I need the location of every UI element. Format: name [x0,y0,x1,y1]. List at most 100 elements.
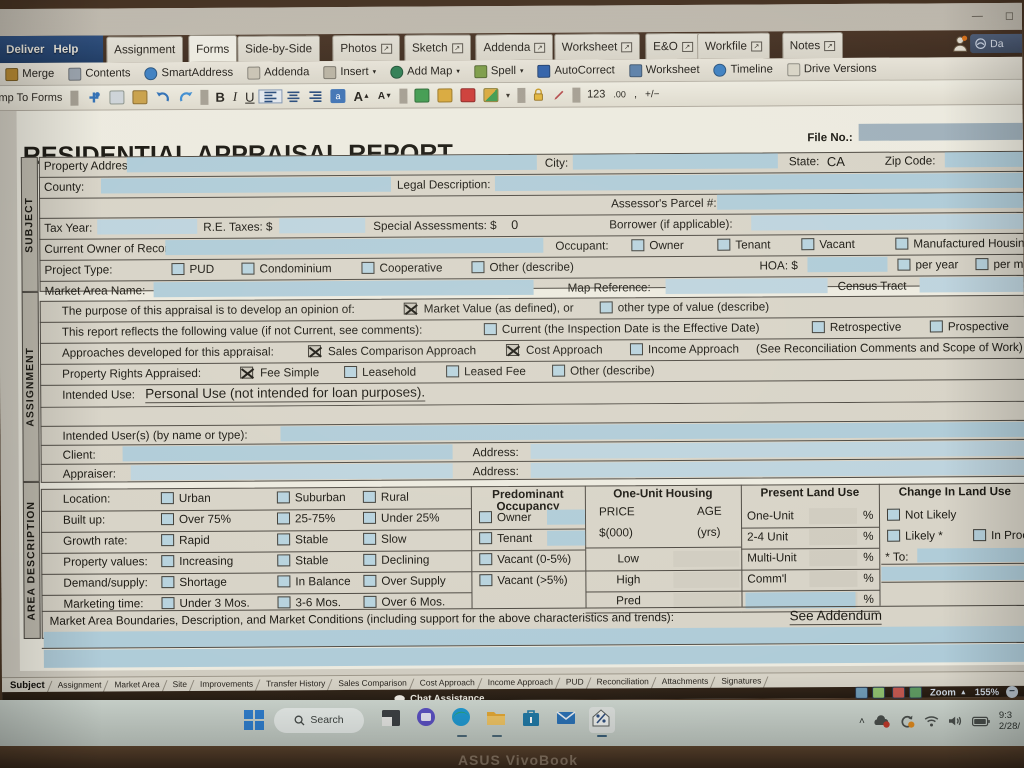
approach-sales-checkbox[interactable] [307,345,322,358]
font-shrink-button[interactable]: A ▼ [374,90,396,101]
client-input[interactable] [122,444,453,462]
area-option-checkbox[interactable] [363,595,377,608]
form-tab-signatures[interactable]: Signatures [713,675,766,685]
app-tab-assignment[interactable]: Assignment [106,36,184,63]
project-type-pud-checkbox[interactable] [171,262,185,276]
area-option-checkbox[interactable] [277,575,291,588]
start-icon[interactable] [243,709,265,731]
assessors-parcel-input[interactable] [717,192,1024,210]
land-use-input[interactable] [809,570,858,588]
chevron-down-icon[interactable]: ▾ [373,68,377,76]
pin-icon[interactable] [82,90,105,104]
area-option-checkbox[interactable] [161,576,175,589]
special-assessments-value[interactable]: 0 [511,218,518,232]
popout-icon[interactable]: ↗ [681,41,693,52]
yellow-field-icon[interactable] [433,88,456,103]
popout-icon[interactable]: ↗ [534,42,546,53]
zip-input[interactable] [944,151,1024,168]
ribbon-addenda-button[interactable]: Addenda [240,66,316,80]
app-tab-worksheet[interactable]: Worksheet ↗ [553,33,641,60]
land-use-input[interactable] [809,528,858,546]
plus-minus-button[interactable]: +/− [641,89,664,100]
undo-icon[interactable] [151,90,174,104]
app-tab-addenda[interactable]: Addenda ↗ [475,33,554,61]
copy-icon[interactable] [105,90,128,105]
help-button[interactable]: Help [53,43,78,55]
zoom-controls[interactable]: Zoom ▲ 155% − [854,685,1019,700]
ribbon-smartaddress-button[interactable]: SmartAddress [137,66,240,80]
boundaries-value[interactable]: See Addendum [789,607,882,626]
area-option-checkbox[interactable] [363,532,377,545]
appraiser-address-input[interactable] [530,459,1024,478]
hoa-per-year-checkbox[interactable] [897,258,911,271]
restore-button[interactable]: ◻ [1005,10,1014,22]
occupancy-input[interactable] [547,530,586,546]
approach-cost-checkbox[interactable] [505,343,520,357]
appraisal-app-icon[interactable] [589,707,615,737]
user-account-icon[interactable] [952,35,968,52]
bold-button[interactable]: B [211,89,228,104]
rights-other-checkbox[interactable] [552,364,566,377]
popout-icon[interactable]: ↗ [750,40,762,52]
rights-fee-simple-checkbox[interactable] [240,366,254,379]
project-type-condominium-checkbox[interactable] [241,262,255,275]
chevron-down-icon[interactable]: ▾ [502,90,514,100]
app-tab-side-by-side[interactable]: Side-by-Side [237,35,321,62]
manufactured-housing-checkbox[interactable] [895,237,909,250]
account-badge[interactable]: Da [970,33,1023,54]
chat-teams-icon[interactable] [414,707,440,733]
edge-browser-icon[interactable] [449,707,475,737]
land-use-input[interactable] [808,507,858,525]
area-option-checkbox[interactable] [277,554,291,567]
ribbon-spell-button[interactable]: Spell ▾ [467,64,531,78]
change-in-process-checkbox[interactable] [973,529,987,542]
one-unit-age-input[interactable] [673,571,740,589]
occupancy-checkbox[interactable] [479,532,493,545]
occupancy-checkbox[interactable] [478,511,493,524]
align-center-button[interactable] [283,90,305,103]
land-use-input[interactable] [809,549,858,567]
redo-icon[interactable] [174,90,197,104]
fit-width-icon[interactable] [854,686,869,699]
green-field-icon[interactable] [410,88,433,103]
popout-icon[interactable]: ↗ [621,41,633,52]
area-option-checkbox[interactable] [161,597,175,610]
ribbon-contents-button[interactable]: Contents [61,67,137,81]
ribbon-drive-versions-button[interactable]: Drive Versions [780,62,884,76]
wifi-icon[interactable] [924,715,939,727]
number-format-button[interactable]: 123 [583,88,609,100]
purpose-other-checkbox[interactable] [599,301,613,314]
text-highlight-icon[interactable]: a [326,89,349,104]
popout-icon[interactable]: ↗ [380,43,392,54]
project-type-cooperative-checkbox[interactable] [361,261,375,274]
area-option-checkbox[interactable] [362,490,376,503]
align-right-button[interactable] [305,90,327,103]
borrower-input[interactable] [751,213,1024,231]
align-left-button[interactable] [258,89,283,104]
app-tab-notes[interactable]: Notes ↗ [781,31,844,59]
occupancy-checkbox[interactable] [479,553,493,566]
map-reference-input[interactable] [665,278,828,295]
app-tab-e-o[interactable]: E&O ↗ [645,32,701,60]
italic-button[interactable]: I [229,89,241,105]
deliver-help-group[interactable]: Deliver Help [0,35,104,64]
chevron-down-icon[interactable]: ▾ [520,67,524,75]
next-page-icon[interactable] [908,686,923,699]
ribbon-insert-button[interactable]: Insert ▾ [316,65,383,79]
ribbon-timeline-button[interactable]: Timeline [707,63,780,77]
occupant-vacant-checkbox[interactable] [801,238,815,251]
city-input[interactable] [572,153,778,170]
search-input[interactable]: Search [274,707,364,733]
form-tab-assignment[interactable]: Assignment [50,679,107,690]
ribbon-merge-button[interactable]: Merge [0,67,61,81]
currency-format-button[interactable]: , [630,88,641,100]
underline-button[interactable]: U [241,89,258,104]
app-tab-sketch[interactable]: Sketch ↗ [403,34,471,61]
rights-leased-fee-checkbox[interactable] [446,365,460,378]
zoom-caret-icon[interactable]: ▲ [960,689,967,696]
hoa-per-month-checkbox[interactable] [975,258,989,271]
form-tab-improvements[interactable]: Improvements [192,679,258,689]
previous-page-icon[interactable] [891,686,906,699]
decimal-format-button[interactable]: .00 [609,89,630,99]
county-input[interactable] [100,176,392,194]
